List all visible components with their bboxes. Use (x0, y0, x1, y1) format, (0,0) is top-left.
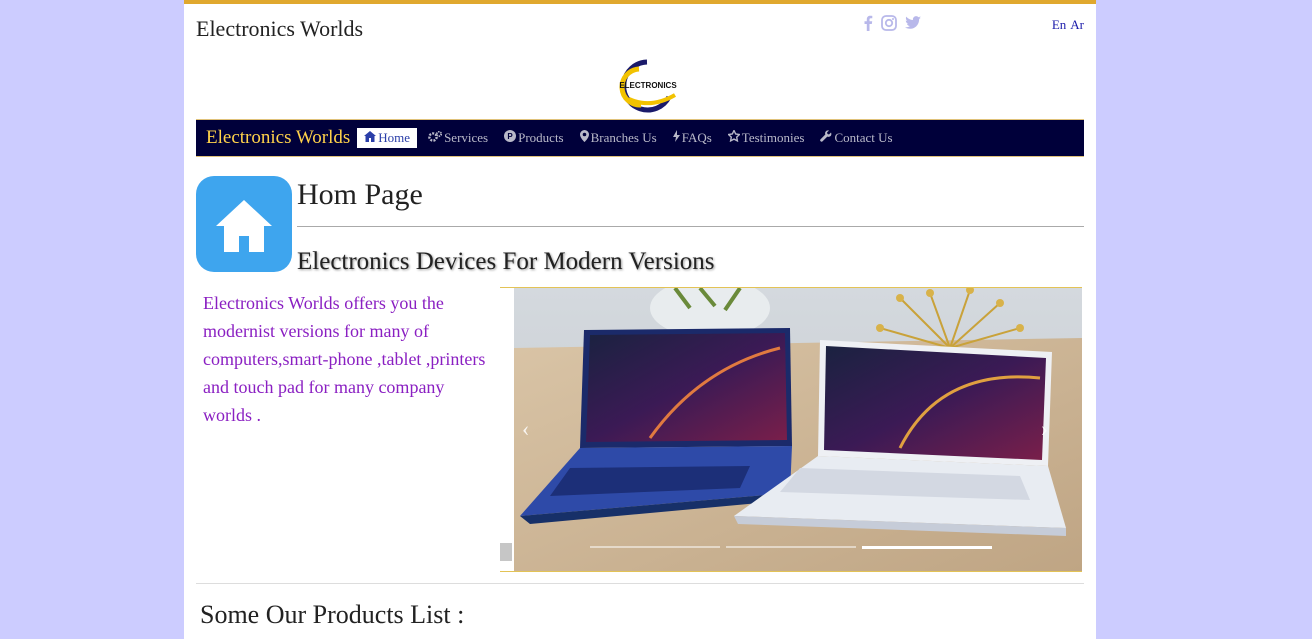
image-carousel[interactable]: ‹ › (500, 287, 1082, 572)
home-page-icon (196, 176, 292, 272)
home-icon (364, 130, 377, 146)
section-divider (196, 583, 1084, 584)
lang-ar-link[interactable]: Ar (1070, 17, 1084, 33)
intro-description: Electronics Worlds offers you the modern… (203, 293, 486, 425)
nav-item-services[interactable]: Services (420, 127, 496, 149)
map-pin-icon (579, 130, 589, 146)
page-subtitle: Electronics Devices For Modern Versions (297, 248, 715, 275)
gears-icon (428, 130, 443, 146)
main-navbar: Electronics Worlds Home Services P Produ… (196, 119, 1084, 157)
social-links (863, 15, 921, 36)
page-container: Electronics Worlds En Ar ELECTRONICS Ele… (184, 0, 1096, 639)
nav-item-home[interactable]: Home (357, 128, 418, 148)
title-divider (297, 226, 1084, 227)
nav-item-testimonies[interactable]: Testimonies (720, 127, 813, 149)
products-section-title: Some Our Products List : (200, 600, 465, 629)
carousel-image-laptops (500, 288, 1082, 571)
nav-item-products[interactable]: P Products (496, 127, 572, 149)
carousel-next-icon[interactable]: › (1041, 416, 1048, 442)
facebook-icon[interactable] (863, 15, 873, 36)
nav-item-label: Testimonies (741, 130, 805, 145)
bolt-icon (672, 130, 680, 146)
nav-item-branches[interactable]: Branches Us (572, 127, 665, 149)
logo-text: ELECTRONICS (619, 81, 677, 90)
nav-item-label: Products (518, 130, 564, 145)
instagram-icon[interactable] (881, 15, 897, 36)
site-name: Electronics Worlds (196, 16, 364, 41)
nav-item-faqs[interactable]: FAQs (665, 127, 720, 149)
product-icon: P (504, 130, 517, 146)
nav-item-contact[interactable]: Contact Us (812, 127, 900, 149)
svg-text:P: P (507, 132, 513, 141)
nav-item-label: Branches Us (590, 130, 657, 145)
page-title: Hom Page (297, 178, 423, 211)
nav-item-label: Contact Us (834, 130, 893, 145)
nav-item-label: Home (378, 130, 411, 145)
nav-item-label: FAQs (681, 130, 712, 145)
carousel-prev-icon[interactable]: ‹ (522, 416, 529, 442)
site-logo[interactable]: ELECTRONICS (617, 59, 679, 113)
wrench-icon (820, 130, 832, 146)
nav-item-label: Services (444, 130, 489, 145)
star-icon (726, 128, 741, 146)
navbar-brand[interactable]: Electronics Worlds (206, 127, 350, 149)
language-switch: En Ar (1052, 17, 1084, 33)
twitter-icon[interactable] (905, 16, 921, 35)
lang-en-link[interactable]: En (1052, 17, 1066, 33)
